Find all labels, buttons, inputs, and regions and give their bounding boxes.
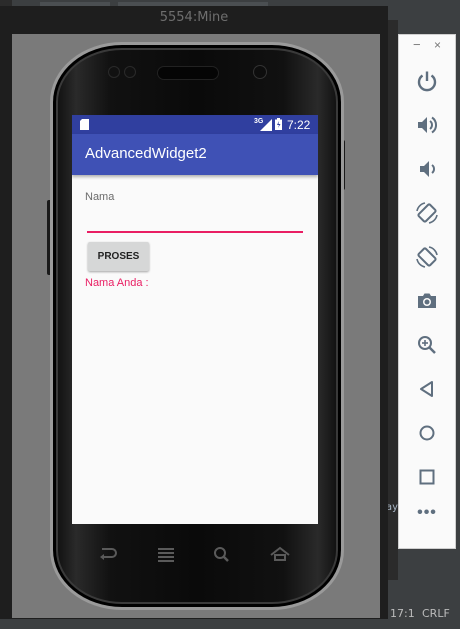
home-circle-icon[interactable] — [415, 421, 439, 445]
android-status-bar: 3G 7:22 — [72, 115, 318, 134]
device-screen: 3G 7:22 AdvancedWidget2 Nama PROSES Nama… — [72, 115, 318, 524]
search-icon[interactable] — [212, 546, 232, 562]
sd-card-icon — [80, 119, 89, 130]
volume-down-icon[interactable] — [415, 157, 439, 181]
zoom-icon[interactable] — [415, 333, 439, 357]
clock: 7:22 — [287, 118, 311, 132]
minimize-icon[interactable]: − — [413, 37, 421, 52]
sensor-icon — [109, 67, 139, 77]
overview-square-icon[interactable] — [415, 465, 439, 489]
menu-icon[interactable] — [156, 546, 176, 562]
app-title: AdvancedWidget2 — [85, 145, 207, 162]
proses-button[interactable]: PROSES — [88, 242, 149, 271]
rotate-left-icon[interactable] — [415, 201, 439, 225]
power-icon[interactable] — [415, 69, 439, 93]
signal-icon — [260, 119, 272, 131]
app-bar: AdvancedWidget2 — [72, 134, 318, 175]
back-icon[interactable] — [98, 546, 118, 562]
camera-icon[interactable] — [415, 289, 439, 313]
front-camera-icon — [254, 66, 266, 78]
close-icon[interactable]: × — [434, 38, 441, 52]
ide-status-bar: 17:1 CRLF — [386, 599, 460, 629]
name-label: Nama — [85, 191, 115, 203]
emulator-tool-panel: − × ••• — [398, 34, 456, 549]
back-triangle-icon[interactable] — [415, 377, 439, 401]
name-input[interactable] — [87, 213, 303, 233]
volume-up-icon[interactable] — [415, 113, 439, 137]
emulator-title: 5554:Mine — [159, 10, 229, 25]
earpiece-speaker — [158, 67, 218, 79]
ide-bottom-bar — [0, 618, 386, 629]
phone-nav-bar — [72, 534, 318, 574]
home-icon[interactable] — [270, 546, 290, 562]
battery-icon — [275, 118, 282, 130]
more-icon[interactable]: ••• — [415, 505, 439, 523]
result-text: Nama Anda : — [85, 277, 149, 289]
cursor-position[interactable]: 17:1 — [390, 607, 415, 620]
rotate-right-icon[interactable] — [415, 245, 439, 269]
line-separator[interactable]: CRLF — [422, 607, 450, 620]
tool-panel-header: − × — [399, 35, 457, 59]
